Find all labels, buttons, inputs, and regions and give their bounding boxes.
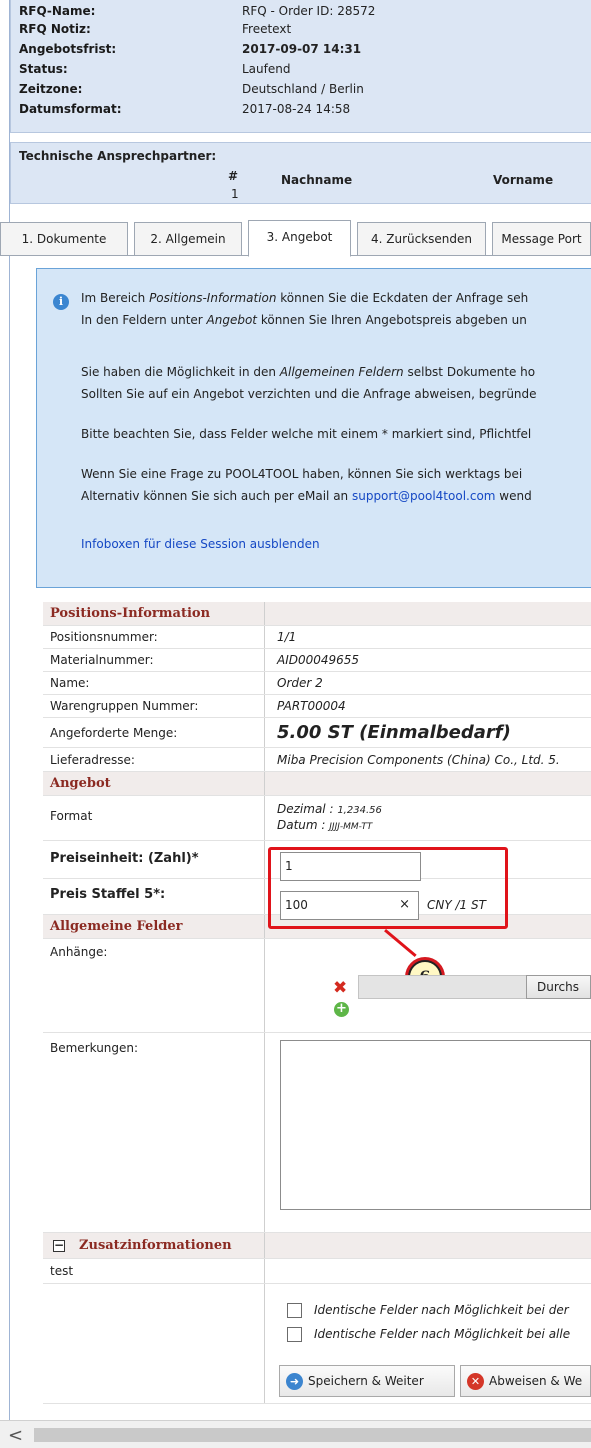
row-label: Format (43, 796, 265, 840)
row-label: Name: (43, 672, 265, 694)
tab-bar: 1. Dokumente 2. Allgemein 3. Angebot 4. … (0, 218, 591, 257)
row-value-quantity: 5.00 ST (Einmalbedarf) (277, 722, 511, 743)
checkbox-same-fields-2[interactable] (287, 1327, 302, 1342)
header-value: 2017-09-07 14:31 (242, 42, 362, 56)
tab-message-port[interactable]: Message Port (492, 222, 591, 256)
row-value: 1/1 (277, 630, 297, 644)
scroll-thumb[interactable] (34, 1428, 591, 1442)
section-title: Angebot (43, 772, 265, 795)
row-value: PART00004 (277, 699, 346, 713)
info-icon: i (53, 294, 69, 310)
header-key: Status: (19, 62, 68, 76)
save-continue-button[interactable]: ➜ Speichern & Weiter (279, 1365, 455, 1397)
reject-continue-button[interactable]: ✕ Abweisen & We (460, 1365, 591, 1397)
checkbox-label: Identische Felder nach Möglichkeit bei a… (314, 1327, 571, 1341)
rfq-header: RFQ-Name: RFQ - Order ID: 28572 RFQ Noti… (10, 0, 591, 133)
table-row: Warengruppen Nummer: PART00004 (43, 695, 591, 718)
reject-icon: ✕ (467, 1373, 484, 1390)
row-label: Warengruppen Nummer: (43, 695, 265, 717)
arrow-right-icon: ➜ (286, 1373, 303, 1390)
browse-button[interactable]: Durchs (526, 975, 591, 999)
header-key: RFQ Notiz: (19, 22, 91, 36)
info-line: Wenn Sie eine Frage zu POOL4TOOL haben, … (81, 467, 523, 481)
info-line: Sie haben die Möglichkeit in den Allgeme… (81, 365, 536, 379)
info-line: Alternativ können Sie sich auch per eMai… (81, 489, 532, 503)
info-line: Im Bereich Positions-Information können … (81, 291, 529, 305)
header-value: 2017-08-24 14:58 (242, 102, 351, 116)
collapse-toggle-icon[interactable]: − (53, 1239, 65, 1252)
header-value: Laufend (242, 62, 291, 76)
info-line: Infoboxen für diese Session ausblenden (81, 537, 320, 551)
header-key: Datumsformat: (19, 102, 122, 116)
section-header-positions: Positions-Information (43, 602, 591, 626)
info-box: i Im Bereich Positions-Information könne… (36, 268, 591, 588)
section-title: Positions-Information (43, 602, 265, 625)
row-label: Preiseinheit: (Zahl)* (43, 841, 265, 878)
header-value: Freetext (242, 22, 292, 36)
info-line: In den Feldern unter Angebot können Sie … (81, 313, 527, 327)
row-value: AID00049655 (277, 653, 360, 667)
header-key: RFQ-Name: (19, 4, 96, 18)
scroll-left-icon[interactable]: < (8, 1425, 23, 1446)
table-row: Format Dezimal : 1,234.56 Datum : JJJJ-M… (43, 796, 591, 841)
table-row: Positionsnummer: 1/1 (43, 626, 591, 649)
checkbox-same-fields-1[interactable] (287, 1303, 302, 1318)
table-row: Materialnummer: AID00049655 (43, 649, 591, 672)
checkbox-label: Identische Felder nach Möglichkeit bei d… (314, 1303, 569, 1317)
row-label: Positionsnummer: (43, 626, 265, 648)
header-key: Zeitzone: (19, 82, 83, 96)
format-info: Dezimal : 1,234.56 Datum : JJJJ-MM-TT (277, 802, 382, 832)
header-key: Angebotsfrist: (19, 42, 117, 56)
row-label: Materialnummer: (43, 649, 265, 671)
technical-contacts: Technische Ansprechpartner: # Nachname V… (10, 142, 591, 204)
info-line: Sollten Sie auf ein Angebot verzichten u… (81, 387, 537, 401)
row-value: Order 2 (277, 676, 323, 690)
contacts-col-hash: # (228, 169, 239, 183)
remarks-textarea[interactable] (280, 1040, 591, 1210)
tab-dokumente[interactable]: 1. Dokumente (0, 222, 128, 256)
row-label: Anhänge: (43, 939, 265, 1032)
row-label: Bemerkungen: (43, 1033, 265, 1232)
info-line: Bitte beachten Sie, dass Felder welche m… (81, 427, 532, 441)
tab-allgemein[interactable]: 2. Allgemein (134, 222, 242, 256)
support-email-link[interactable]: support@pool4tool.com (352, 489, 496, 503)
row-label: Lieferadresse: (43, 748, 265, 771)
highlight-box (268, 847, 508, 929)
tab-angebot[interactable]: 3. Angebot (248, 220, 351, 257)
left-border (0, 0, 10, 1420)
table-row: test (43, 1259, 591, 1284)
contacts-col-nachname: Nachname (281, 173, 353, 187)
contacts-col-vorname: Vorname (493, 173, 554, 187)
header-value: Deutschland / Berlin (242, 82, 364, 96)
remove-icon[interactable]: ✖ (333, 978, 347, 998)
button-label: Abweisen & We (489, 1374, 583, 1388)
section-header-angebot: Angebot (43, 772, 591, 796)
table-row: Name: Order 2 (43, 672, 591, 695)
row-label: test (43, 1259, 265, 1283)
section-title-wrap: − Zusatzinformationen (43, 1233, 265, 1258)
contacts-row-number: 1 (231, 187, 239, 201)
row-label-empty (43, 1284, 265, 1403)
row-label: Angeforderte Menge: (43, 718, 265, 747)
hide-infoboxes-link[interactable]: Infoboxen für diese Session ausblenden (81, 537, 320, 551)
contacts-title: Technische Ansprechpartner: (19, 149, 217, 163)
section-title: Zusatzinformationen (79, 1238, 232, 1253)
header-value: RFQ - Order ID: 28572 (242, 4, 376, 18)
horizontal-scrollbar[interactable]: < (0, 1420, 591, 1448)
section-header-extra: − Zusatzinformationen (43, 1233, 591, 1259)
add-attachment-icon[interactable]: + (334, 1002, 349, 1017)
tab-zuruecksenden[interactable]: 4. Zurücksenden (357, 222, 486, 256)
row-value: Miba Precision Components (China) Co., L… (277, 753, 560, 767)
table-row: Angeforderte Menge: 5.00 ST (Einmalbedar… (43, 718, 591, 748)
row-label: Preis Staffel 5*: (43, 879, 265, 914)
section-title: Allgemeine Felder (43, 915, 265, 938)
button-label: Speichern & Weiter (308, 1374, 424, 1388)
table-row: Lieferadresse: Miba Precision Components… (43, 748, 591, 772)
